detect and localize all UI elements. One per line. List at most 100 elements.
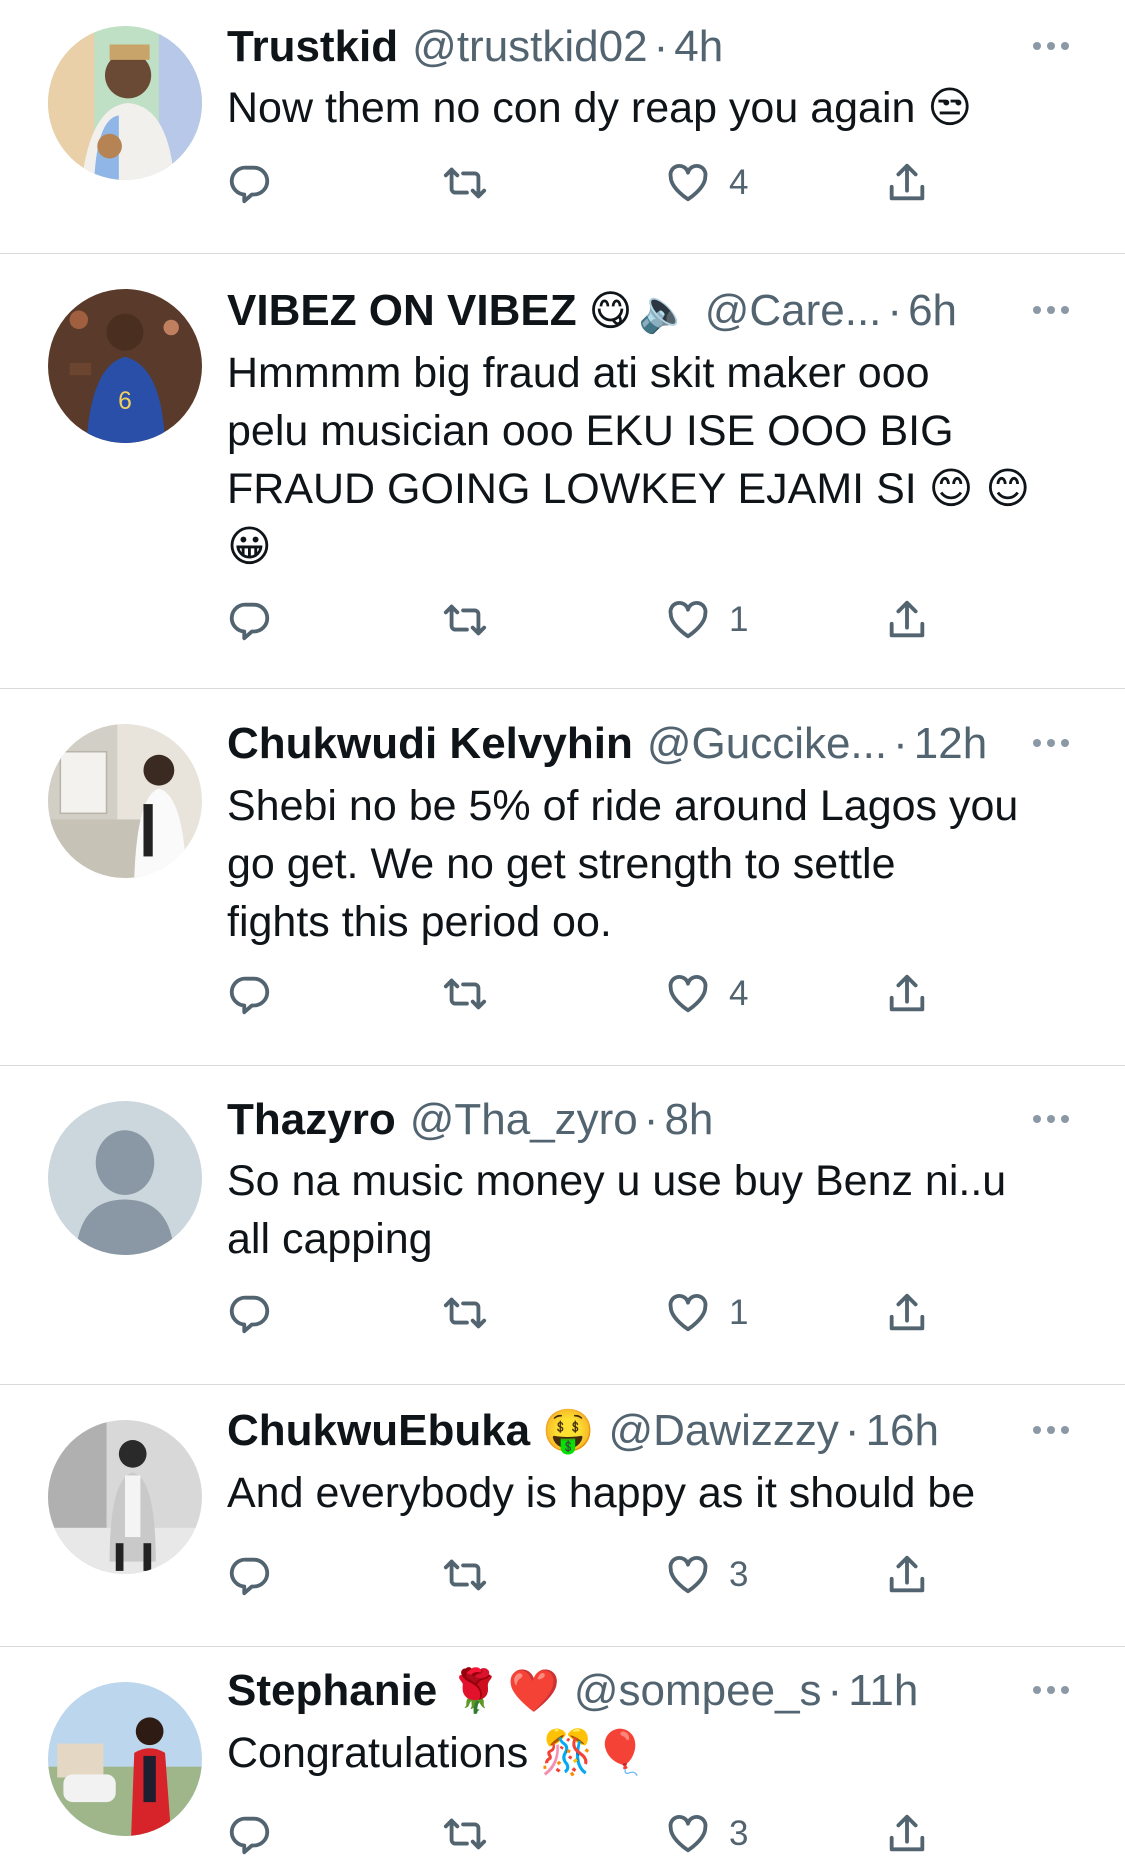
reply-button[interactable] [227,1290,273,1336]
more-icon[interactable] [1029,1109,1073,1129]
user-handle[interactable]: @Care... [705,286,882,336]
separator-dot: · [653,22,669,71]
action-bar: 1 [227,1290,967,1340]
display-name[interactable]: Trustkid [227,22,398,72]
retweet-icon [443,604,487,636]
retweet-icon [443,167,487,199]
action-bar: 1 [227,597,967,647]
reply-tweet[interactable]: 6 VIBEZ ON VIBEZ 😋 🔈 @Care... · 6h Hmmmm … [0,254,1125,689]
share-icon [889,1555,925,1593]
more-icon[interactable] [1029,733,1073,753]
reply-icon [229,165,270,204]
more-icon[interactable] [1029,300,1073,320]
timestamp[interactable]: 6h [908,286,957,336]
reply-tweet[interactable]: Trustkid @trustkid02 · 4h Now them no co… [0,0,1125,254]
name-emoji-badges: 😋 🔈 [589,286,691,336]
emoji-badge: ❤️ [507,1667,560,1714]
svg-text:6: 6 [118,388,132,415]
retweet-icon [443,1297,487,1329]
reply-tweet[interactable]: Stephanie 🌹 ❤️ @sompee_s · 11h Congratula… [0,1647,1125,1872]
reply-text: Congratulations 🎊🎈 [227,1729,648,1777]
share-icon [889,163,925,201]
display-name[interactable]: ChukwuEbuka [227,1406,530,1456]
like-button[interactable]: 1 [665,1290,748,1336]
display-name[interactable]: VIBEZ ON VIBEZ [227,286,577,336]
separator-dot: · [887,286,903,335]
display-name[interactable]: Thazyro [227,1095,396,1145]
retweet-button[interactable] [442,1552,488,1598]
reply-button[interactable] [227,160,273,206]
reply-icon [229,1557,270,1596]
like-button[interactable]: 4 [665,971,748,1017]
retweet-button[interactable] [442,597,488,643]
timestamp[interactable]: 11h [848,1666,918,1716]
display-name[interactable]: Stephanie [227,1666,437,1716]
reply-tweet[interactable]: ChukwuEbuka 🤑 @Dawizzzy · 16h And everyb… [0,1385,1125,1647]
like-button[interactable]: 4 [665,160,748,206]
reply-tweet[interactable]: Chukwudi Kelvyhin @Guccike... · 12h Sheb… [0,689,1125,1066]
reply-button[interactable] [227,1811,273,1857]
reply-icon [229,976,270,1015]
share-button[interactable] [884,160,930,206]
retweet-icon [443,1559,487,1591]
like-count: 4 [729,974,749,1013]
action-bar: 3 [227,1811,967,1861]
timestamp[interactable]: 16h [866,1406,939,1456]
user-handle[interactable]: @Dawizzzy [608,1406,838,1456]
like-button[interactable]: 1 [665,597,748,643]
share-icon [889,600,925,638]
share-button[interactable] [884,1811,930,1857]
reply-text: Now them no con dy reap you again 😒 [227,84,973,132]
like-count: 4 [729,163,749,202]
timestamp[interactable]: 8h [664,1095,713,1145]
like-count: 1 [729,600,749,639]
emoji-badge: 🔈 [638,287,691,334]
like-count: 1 [729,1293,749,1332]
share-button[interactable] [884,971,930,1017]
retweet-button[interactable] [442,160,488,206]
separator-dot: · [643,1095,659,1144]
like-count: 3 [729,1814,749,1853]
user-handle[interactable]: @Guccike... [647,719,887,769]
replies-feed: Trustkid @trustkid02 · 4h Now them no co… [0,0,1125,1872]
reply-icon [229,602,270,641]
reply-text: Hmmmm big fraud ati skit maker ooo pelu … [227,349,1031,571]
more-icon[interactable] [1029,1680,1073,1700]
like-button[interactable]: 3 [665,1552,748,1598]
timestamp[interactable]: 4h [674,22,723,72]
reply-tweet[interactable]: Thazyro @Tha_zyro · 8h So na music money… [0,1066,1125,1385]
like-button[interactable]: 3 [665,1811,748,1857]
more-icon[interactable] [1029,36,1073,56]
avatar[interactable] [48,724,202,878]
retweet-button[interactable] [442,971,488,1017]
share-button[interactable] [884,1552,930,1598]
timestamp[interactable]: 12h [914,719,987,769]
reply-button[interactable] [227,1552,273,1598]
share-button[interactable] [884,597,930,643]
reply-button[interactable] [227,597,273,643]
avatar[interactable] [48,1420,202,1574]
avatar[interactable] [48,1101,202,1255]
share-icon [889,1293,925,1331]
user-handle[interactable]: @Tha_zyro [410,1095,638,1145]
heart-icon [668,600,708,639]
heart-icon [668,1814,708,1853]
retweet-button[interactable] [442,1811,488,1857]
heart-icon [668,1555,708,1594]
retweet-button[interactable] [442,1290,488,1336]
user-handle[interactable]: @sompee_s [574,1666,822,1716]
more-icon[interactable] [1029,1420,1073,1440]
separator-dot: · [827,1666,843,1715]
share-icon [889,1814,925,1852]
share-button[interactable] [884,1290,930,1336]
avatar[interactable] [48,26,202,180]
user-handle[interactable]: @trustkid02 [412,22,647,72]
name-emoji-badges: 🌹 ❤️ [449,1666,560,1716]
reply-button[interactable] [227,971,273,1017]
reply-icon [229,1816,270,1855]
emoji-badge: 🤑 [542,1407,595,1454]
avatar[interactable] [48,1682,202,1836]
display-name[interactable]: Chukwudi Kelvyhin [227,719,633,769]
avatar[interactable]: 6 [48,289,202,443]
heart-icon [668,1293,708,1332]
